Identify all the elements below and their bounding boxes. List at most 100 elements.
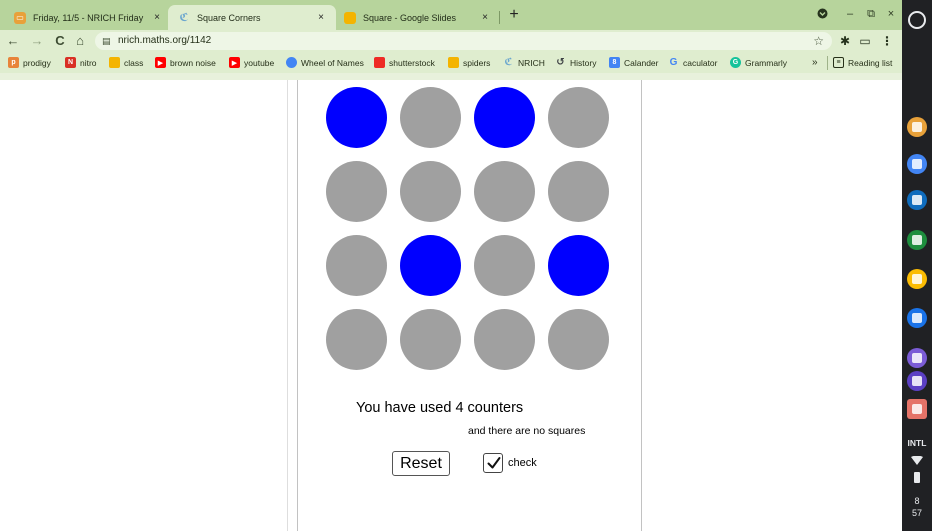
youtube-icon: ▶ — [229, 57, 240, 68]
square-corners-panel: You have used 4 counters and there are n… — [297, 80, 642, 531]
bookmark-prodigy[interactable]: p prodigy — [8, 55, 51, 70]
tab-close-icon[interactable]: × — [314, 12, 328, 23]
back-icon[interactable]: ← — [6, 33, 20, 49]
bookmark-label: prodigy — [23, 57, 51, 68]
bookmark-label: spiders — [463, 57, 491, 68]
bookmark-label: caculator — [683, 57, 718, 68]
reload-icon[interactable]: C — [53, 33, 67, 49]
reset-button[interactable]: Reset — [392, 451, 450, 476]
page-content: You have used 4 counters and there are n… — [0, 80, 902, 531]
tab-strip: ▭ Friday, 11/5 - NRICH Friday × ℭ Square… — [0, 0, 902, 30]
counter-grid — [326, 87, 612, 377]
input-method-indicator[interactable]: INTL — [902, 438, 932, 448]
counter-blue-r1c3[interactable] — [474, 87, 535, 148]
dots-app-icon[interactable] — [907, 348, 927, 368]
tab-square-corners[interactable]: ℭ Square Corners × — [168, 5, 336, 30]
bookmark-wheel-of-names[interactable]: Wheel of Names — [286, 55, 364, 70]
bookmarks-divider — [827, 56, 828, 70]
close-window-icon[interactable]: × — [884, 8, 898, 20]
check-checkbox[interactable] — [483, 453, 503, 473]
google-calendar-icon-glyph — [912, 159, 922, 169]
counter-grey-r4c1[interactable] — [326, 309, 387, 370]
menu-icon[interactable]: ⋮ — [880, 33, 894, 49]
reading-list-button[interactable]: ≡ Reading list — [833, 55, 892, 70]
calendar-icon: ▭ — [14, 11, 26, 24]
bookmark-grammarly[interactable]: G Grammarly — [730, 55, 787, 70]
counter-grey-r4c3[interactable] — [474, 309, 535, 370]
outlook-icon-glyph — [912, 195, 922, 205]
notes-icon[interactable] — [907, 269, 927, 289]
bookmark-calculator[interactable]: G caculator — [668, 55, 718, 70]
bookmark-label: NRICH — [518, 57, 545, 68]
counter-blue-r3c2[interactable] — [400, 235, 461, 296]
counters-used-text: You have used 4 counters — [356, 400, 524, 416]
cast-icon[interactable]: ▭ — [858, 33, 872, 49]
new-tab-button[interactable]: + — [506, 7, 522, 24]
bookmark-class[interactable]: class — [109, 55, 143, 70]
bookmark-spiders[interactable]: spiders — [448, 55, 490, 70]
bookmarks-overflow-button[interactable]: » — [812, 55, 818, 70]
battery-icon[interactable] — [914, 472, 920, 483]
extensions-icon[interactable]: ✱ — [838, 33, 852, 49]
counter-grey-r4c2[interactable] — [400, 309, 461, 370]
bookmark-youtube[interactable]: ▶ youtube — [229, 55, 274, 70]
bookmarks-bar: p prodigy N nitro class ▶ brown noise ▶ … — [0, 52, 902, 73]
clock-hour[interactable]: 8 — [902, 496, 932, 507]
url-text[interactable]: nrich.maths.org/1142 — [118, 35, 211, 46]
tab-close-icon[interactable]: × — [478, 12, 492, 23]
calendar-icon: 8 — [609, 57, 620, 68]
counter-grey-r2c4[interactable] — [548, 161, 609, 222]
bookmark-nrich[interactable]: ℭ NRICH — [503, 55, 545, 70]
counter-grey-r2c2[interactable] — [400, 161, 461, 222]
counter-blue-r3c4[interactable] — [548, 235, 609, 296]
tab-nrich-friday[interactable]: ▭ Friday, 11/5 - NRICH Friday × — [4, 5, 172, 30]
google-calendar-icon[interactable] — [907, 154, 927, 174]
outlook-icon[interactable] — [907, 190, 927, 210]
exit-app-icon-glyph — [912, 404, 922, 414]
grammarly-icon: G — [730, 57, 741, 68]
dots-app-icon-glyph — [912, 353, 922, 363]
notes-icon-glyph — [912, 274, 922, 284]
tab-google-slides[interactable]: Square - Google Slides × — [334, 5, 500, 30]
forward-icon[interactable]: → — [30, 33, 44, 49]
bookmark-history[interactable]: ↺ History — [555, 55, 596, 70]
counter-blue-r1c1[interactable] — [326, 87, 387, 148]
counter-grey-r4c4[interactable] — [548, 309, 609, 370]
address-bar[interactable]: ▤ nrich.maths.org/1142 ☆ — [95, 32, 832, 50]
counter-grey-r2c1[interactable] — [326, 161, 387, 222]
browser-toolbar: ← → C ⌂ ▤ nrich.maths.org/1142 ☆ ✱ ▭ ⋮ — [0, 30, 902, 52]
shutterstock-icon — [374, 57, 385, 68]
counter-grey-r3c1[interactable] — [326, 235, 387, 296]
search-tabs-icon[interactable] — [815, 8, 829, 22]
minimize-icon[interactable]: – — [843, 8, 857, 20]
home-icon[interactable]: ⌂ — [73, 33, 87, 49]
folder-icon — [448, 57, 459, 68]
counter-grey-r1c2[interactable] — [400, 87, 461, 148]
bookmark-calendar[interactable]: 8 Calander — [609, 55, 659, 70]
counter-grey-r1c4[interactable] — [548, 87, 609, 148]
bookmark-label: Grammarly — [745, 57, 788, 68]
camera-icon[interactable] — [907, 308, 927, 328]
dots-app-2-icon[interactable] — [907, 371, 927, 391]
nrich-icon: ℭ — [179, 12, 189, 24]
wifi-icon[interactable] — [911, 456, 923, 466]
chrome-icon[interactable] — [907, 117, 927, 137]
bookmark-shutterstock[interactable]: shutterstock — [374, 55, 435, 70]
bookmark-brown-noise[interactable]: ▶ brown noise — [155, 55, 216, 70]
counter-grey-r3c3[interactable] — [474, 235, 535, 296]
restore-icon[interactable]: ⧉ — [864, 8, 878, 21]
exit-app-icon[interactable] — [907, 399, 927, 419]
clock-minute[interactable]: 57 — [902, 508, 932, 518]
launcher-icon[interactable] — [908, 11, 926, 29]
bookmark-label: Wheel of Names — [301, 57, 364, 68]
reading-list-label: Reading list — [848, 57, 893, 68]
check-label: check — [508, 457, 537, 469]
google-classroom-icon[interactable] — [907, 230, 927, 250]
bookmark-label: nitro — [80, 57, 97, 68]
bookmark-nitro[interactable]: N nitro — [65, 55, 97, 70]
tab-close-icon[interactable]: × — [150, 12, 164, 23]
browser-chrome: ▭ Friday, 11/5 - NRICH Friday × ℭ Square… — [0, 0, 902, 80]
bookmark-star-icon[interactable]: ☆ — [813, 34, 824, 48]
counter-grey-r2c3[interactable] — [474, 161, 535, 222]
site-info-icon[interactable]: ▤ — [102, 36, 112, 46]
